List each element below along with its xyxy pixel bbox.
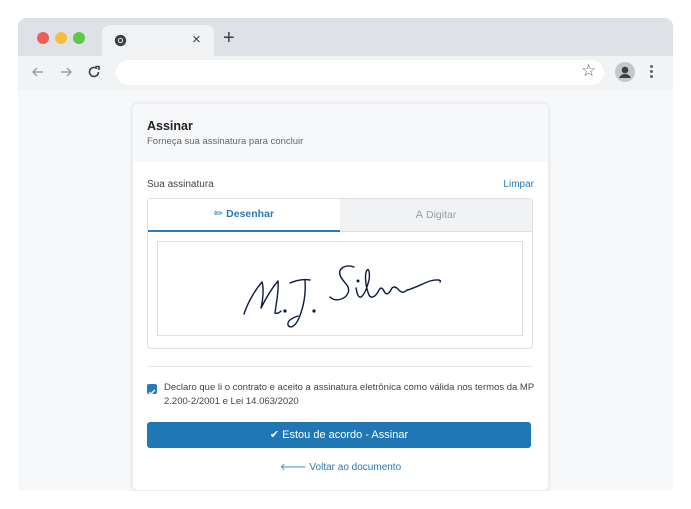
chrome-icon xyxy=(114,34,127,47)
card-title: Assinar xyxy=(147,119,193,133)
maximize-window-button[interactable] xyxy=(73,32,85,44)
card-subtitle: Forneça sua assinatura para concluir xyxy=(147,136,304,147)
checkmark-icon xyxy=(148,389,156,396)
back-to-document-link[interactable]: 🡐 Voltar ao documento xyxy=(133,461,548,473)
clear-link[interactable]: Limpar xyxy=(503,179,534,190)
browser-window: × + ☆ Assinar Forneça sua assinatura par… xyxy=(18,18,673,491)
bookmark-star-icon[interactable]: ☆ xyxy=(581,62,596,80)
forward-arrow-icon[interactable] xyxy=(58,64,74,80)
signature-tabs: ✏ Desenhar A Digitar xyxy=(148,199,532,232)
card-header: Assinar Forneça sua assinatura para conc… xyxy=(133,104,548,162)
page-content: Assinar Forneça sua assinatura para conc… xyxy=(18,90,673,491)
address-bar[interactable] xyxy=(116,60,604,85)
tab-strip: × + xyxy=(18,18,673,56)
reload-icon[interactable] xyxy=(86,64,102,80)
browser-toolbar: ☆ xyxy=(18,56,673,90)
consent-checkbox[interactable] xyxy=(147,384,157,396)
close-tab-icon[interactable]: × xyxy=(192,32,201,48)
menu-kebab-icon[interactable] xyxy=(650,65,654,81)
font-icon: A xyxy=(415,209,423,221)
tab-type-label: Digitar xyxy=(426,209,457,221)
new-tab-button[interactable]: + xyxy=(223,28,235,48)
tab-draw[interactable]: ✏ Desenhar xyxy=(148,199,340,232)
minimize-window-button[interactable] xyxy=(55,32,67,44)
tab-type[interactable]: A Digitar xyxy=(340,199,532,232)
sign-card: Assinar Forneça sua assinatura para conc… xyxy=(132,103,549,491)
close-window-button[interactable] xyxy=(37,32,49,44)
signature-box: ✏ Desenhar A Digitar xyxy=(147,198,533,349)
profile-avatar-icon[interactable] xyxy=(615,62,635,82)
browser-tab[interactable]: × xyxy=(102,25,214,56)
signature-canvas[interactable] xyxy=(157,241,523,336)
consent-text: Declaro que li o contrato e aceito a ass… xyxy=(164,382,534,407)
pencil-icon: ✏ xyxy=(213,208,224,220)
divider xyxy=(147,366,533,367)
signature-label: Sua assinatura xyxy=(147,179,214,190)
agree-sign-button[interactable]: ✔ Estou de acordo - Assinar xyxy=(147,422,531,448)
handwritten-signature xyxy=(243,265,442,328)
back-arrow-icon[interactable] xyxy=(30,64,46,80)
tab-draw-label: Desenhar xyxy=(226,208,275,220)
